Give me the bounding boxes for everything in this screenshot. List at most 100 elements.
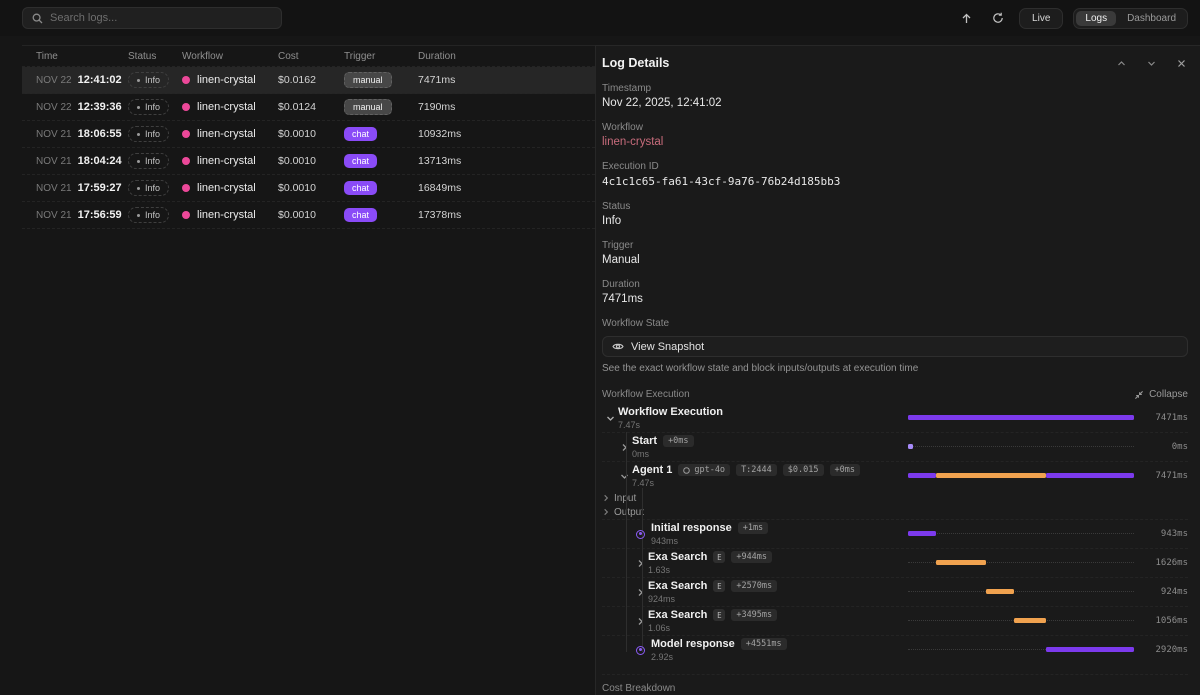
- tree-node-start[interactable]: Start +0ms 0ms 0ms: [602, 433, 1188, 462]
- table-row[interactable]: NOV 2212:39:36 Info linen-crystal $0.012…: [22, 94, 595, 121]
- offset-badge: +0ms: [663, 435, 693, 447]
- node-duration-label: 7471ms: [1134, 471, 1188, 481]
- duration-value: 7471ms: [602, 293, 1188, 305]
- workflow-name: linen-crystal: [197, 155, 256, 167]
- timeline-bar: [1014, 618, 1046, 623]
- execution-id-value: 4c1c1c65-fa61-43cf-9a76-76b24d185bb3: [602, 175, 1188, 188]
- row-time: 17:59:27: [78, 182, 122, 194]
- col-time: Time: [36, 51, 128, 62]
- node-duration-sub: 1.63s: [648, 565, 908, 575]
- search-input[interactable]: [50, 12, 272, 24]
- workflow-name: linen-crystal: [197, 128, 256, 140]
- workflow-name: linen-crystal: [197, 182, 256, 194]
- table-row[interactable]: NOV 2212:41:02 Info linen-crystal $0.016…: [22, 67, 595, 94]
- search-bar[interactable]: [22, 7, 282, 29]
- row-duration: 7471ms: [418, 74, 595, 86]
- cost-section-label: Cost Breakdown: [602, 683, 1188, 694]
- logs-panel: Time Status Workflow Cost Trigger Durati…: [0, 45, 595, 695]
- row-cost: $0.0124: [278, 101, 344, 113]
- workflow-dot-icon: [182, 130, 190, 138]
- model-icon: [683, 467, 690, 474]
- snapshot-help-text: See the exact workflow state and block i…: [602, 363, 1188, 374]
- col-trigger: Trigger: [344, 51, 418, 62]
- table-row[interactable]: NOV 2118:04:24 Info linen-crystal $0.001…: [22, 148, 595, 175]
- node-duration-sub: 7.47s: [618, 420, 908, 430]
- field-label: Duration: [602, 279, 1188, 290]
- tree-node-exa-search-2[interactable]: Exa Search E +2570ms 924ms 924ms: [602, 578, 1188, 607]
- table-row[interactable]: NOV 2117:59:27 Info linen-crystal $0.001…: [22, 175, 595, 202]
- table-row[interactable]: NOV 2117:56:59 Info linen-crystal $0.001…: [22, 202, 595, 229]
- timeline-bar: [936, 473, 1045, 478]
- trigger-badge: chat: [344, 181, 377, 195]
- trigger-badge: chat: [344, 208, 377, 222]
- timestamp-value: Nov 22, 2025, 12:41:02: [602, 97, 1188, 109]
- node-duration-sub: 0ms: [632, 449, 908, 459]
- workflow-value[interactable]: linen-crystal: [602, 136, 1188, 148]
- close-panel-button[interactable]: [1174, 56, 1188, 70]
- status-badge: Info: [128, 180, 169, 196]
- prev-log-button[interactable]: [1114, 56, 1128, 70]
- row-time: 18:04:24: [78, 155, 122, 167]
- status-dot-icon: [137, 79, 140, 82]
- arrow-up-icon: [961, 13, 972, 24]
- table-row[interactable]: NOV 2118:06:55 Info linen-crystal $0.001…: [22, 121, 595, 148]
- tab-logs[interactable]: Logs: [1076, 11, 1116, 26]
- view-snapshot-button[interactable]: View Snapshot: [602, 336, 1188, 357]
- row-duration: 13713ms: [418, 155, 595, 167]
- row-date: NOV 21: [36, 210, 72, 221]
- row-duration: 10932ms: [418, 128, 595, 140]
- tree-node-exa-search-1[interactable]: Exa Search E +944ms 1.63s 1626ms: [602, 549, 1188, 578]
- workflow-dot-icon: [182, 211, 190, 219]
- timeline-bar: [908, 415, 1134, 420]
- status-dot-icon: [137, 106, 140, 109]
- upload-button[interactable]: [955, 7, 977, 29]
- row-duration: 7190ms: [418, 101, 595, 113]
- close-icon: [1177, 59, 1186, 68]
- field-label: Workflow: [602, 122, 1188, 133]
- offset-badge: +0ms: [830, 464, 860, 476]
- chevron-right-icon[interactable]: [602, 494, 614, 502]
- tree-node-agent-1[interactable]: Agent 1 gpt-4o T:2444 $0.015 +0ms 7.47s …: [602, 462, 1188, 490]
- live-button[interactable]: Live: [1019, 8, 1063, 29]
- tree-node-input[interactable]: Input: [602, 490, 1188, 505]
- collapse-button[interactable]: Collapse: [1134, 389, 1188, 400]
- tree-rail: [626, 432, 627, 652]
- chevron-right-icon[interactable]: [602, 508, 614, 516]
- row-date: NOV 21: [36, 129, 72, 140]
- row-date: NOV 21: [36, 183, 72, 194]
- node-duration-label: 2920ms: [1134, 645, 1188, 655]
- timeline-track: [908, 469, 1134, 483]
- tree-node-initial-response[interactable]: Initial response +1ms 943ms 943ms: [602, 520, 1188, 549]
- timeline-track: [908, 411, 1134, 425]
- workflow-name: linen-crystal: [197, 209, 256, 221]
- model-response-icon: [636, 530, 651, 539]
- row-date: NOV 21: [36, 156, 72, 167]
- row-duration: 17378ms: [418, 209, 595, 221]
- row-date: NOV 22: [36, 75, 72, 86]
- tree-node-model-response[interactable]: Model response +4551ms 2.92s 2920ms: [602, 636, 1188, 664]
- row-time: 12:41:02: [78, 74, 122, 86]
- panel-title: Log Details: [602, 56, 669, 70]
- collapse-icon: [1134, 390, 1144, 400]
- next-log-button[interactable]: [1144, 56, 1158, 70]
- chevron-down-icon[interactable]: [606, 414, 618, 423]
- workflow-name: linen-crystal: [197, 74, 256, 86]
- timeline-track: [908, 440, 1134, 454]
- model-badge: gpt-4o: [678, 464, 730, 476]
- node-duration-label: 1056ms: [1134, 616, 1188, 626]
- live-button-label: Live: [1032, 13, 1050, 24]
- tree-node-exa-search-3[interactable]: Exa Search E +3495ms 1.06s 1056ms: [602, 607, 1188, 636]
- offset-badge: +944ms: [731, 551, 772, 563]
- refresh-button[interactable]: [987, 7, 1009, 29]
- tab-dashboard[interactable]: Dashboard: [1118, 11, 1185, 26]
- row-cost: $0.0010: [278, 209, 344, 221]
- row-time: 18:06:55: [78, 128, 122, 140]
- timeline-bar: [908, 473, 936, 478]
- execution-section-label: Workflow Execution: [602, 389, 690, 400]
- tree-node-workflow-execution[interactable]: Workflow Execution 7.47s 7471ms: [602, 404, 1188, 433]
- status-badge: Info: [128, 72, 169, 88]
- field-label: Execution ID: [602, 161, 1188, 172]
- model-response-icon: [636, 646, 651, 655]
- view-switcher: Logs Dashboard: [1073, 8, 1188, 29]
- tree-node-output[interactable]: Output: [602, 505, 1188, 520]
